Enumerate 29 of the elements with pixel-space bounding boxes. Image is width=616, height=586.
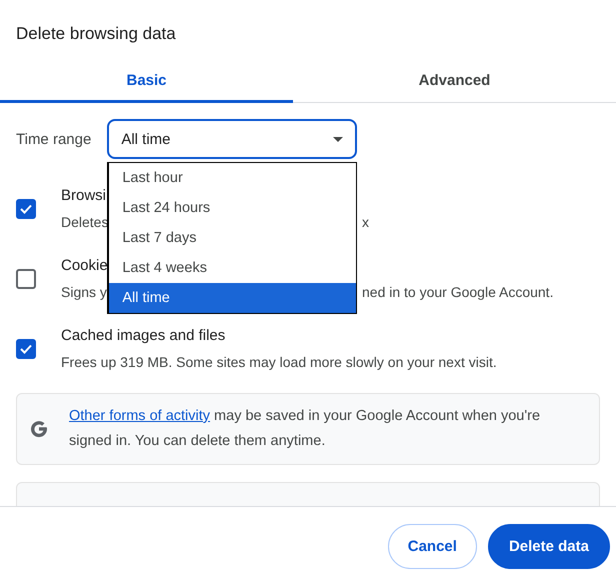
option-description: Frees up 319 MB. Some sites may load more slowly on your next visit. [61, 353, 497, 372]
dropdown-option[interactable]: Last hour [109, 163, 356, 193]
cancel-button[interactable]: Cancel [388, 524, 477, 569]
option-description: Deletes [61, 213, 108, 232]
option-description: x [362, 213, 369, 232]
checkmark-icon [20, 204, 32, 214]
option-description: ned in to your Google Account. [362, 283, 554, 302]
notice-text: Other forms of activity may be saved in your Google Account when you're signed in. You can delete them anytime. [69, 407, 542, 451]
checkbox[interactable] [16, 339, 36, 359]
time-range-dropdown[interactable]: All time [107, 119, 358, 159]
tab[interactable]: Advanced [293, 60, 616, 103]
dropdown-option[interactable]: Last 24 hours [109, 193, 356, 223]
checkmark-icon [20, 344, 32, 354]
caret-icon [333, 136, 344, 142]
option-title: Browsi [61, 186, 106, 206]
checkbox[interactable] [16, 199, 36, 219]
dialog-title: Delete browsing data [15, 23, 177, 45]
checkbox[interactable] [16, 269, 36, 289]
dropdown-option[interactable]: All time [109, 283, 356, 313]
option-description: Signs y [61, 283, 107, 302]
google-g-icon [29, 419, 49, 439]
dropdown-option[interactable]: Last 4 weeks [109, 253, 356, 283]
dropdown-option[interactable]: Last 7 days [109, 223, 356, 253]
option-title: Cookie [61, 256, 108, 276]
option-title: Cached images and files [61, 326, 226, 346]
activity-link[interactable]: Other forms of activity [69, 408, 210, 424]
delete-data-button[interactable]: Delete data [488, 524, 610, 569]
time-range-label: Time range [16, 130, 92, 148]
tab[interactable]: Basic [0, 60, 293, 103]
